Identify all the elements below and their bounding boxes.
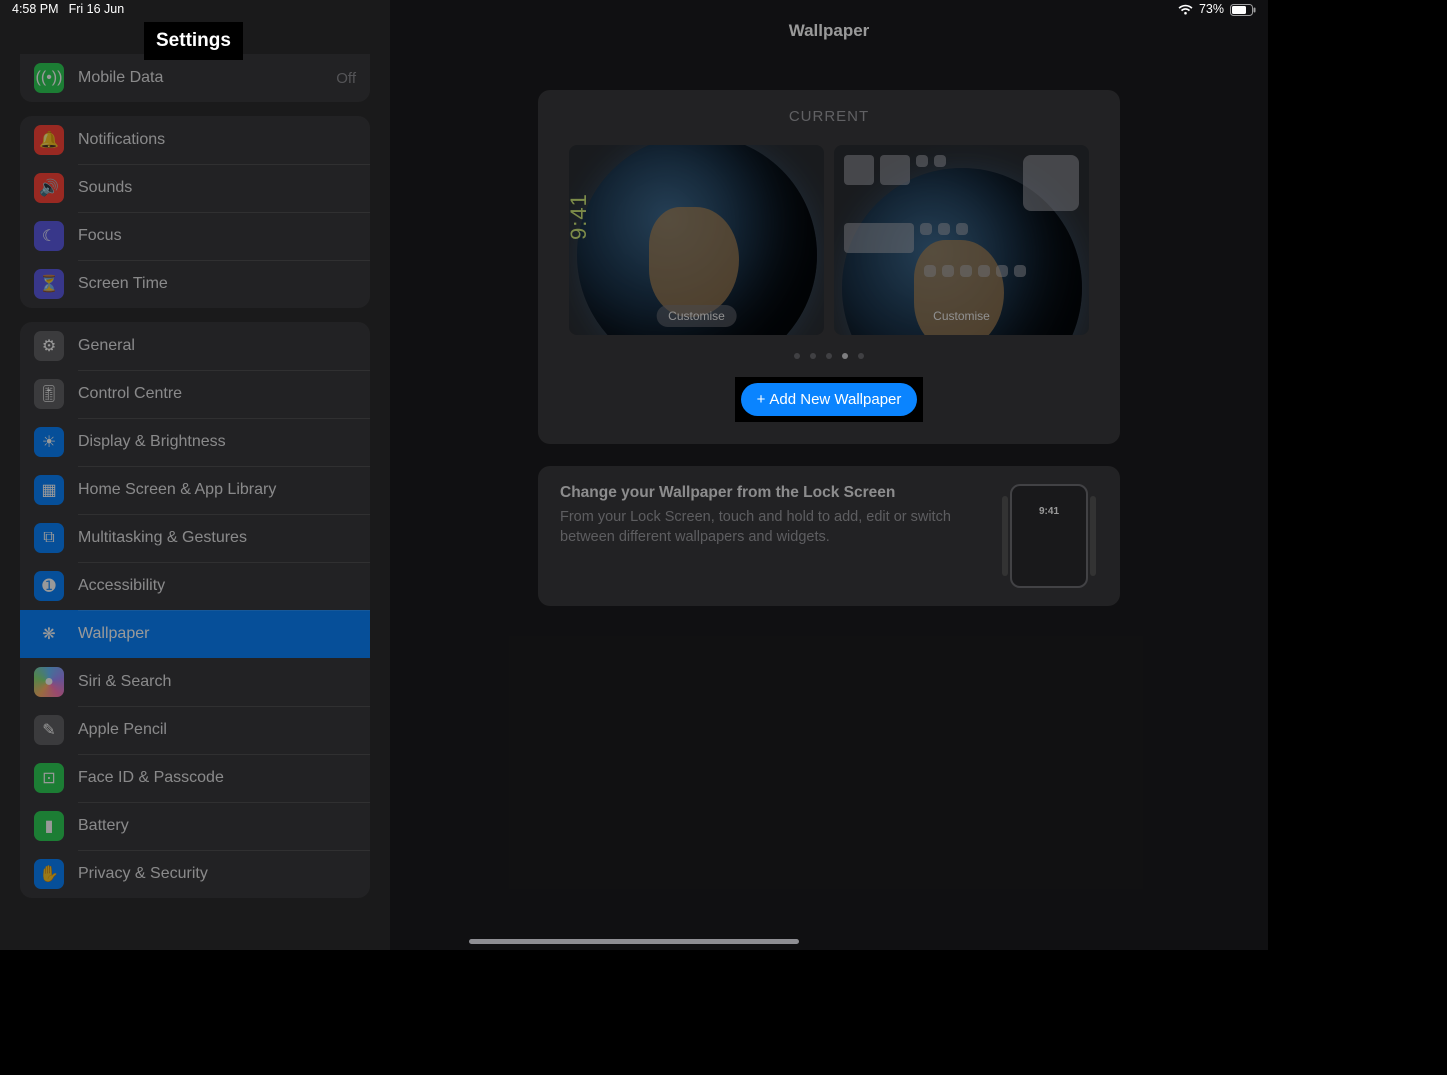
status-time: 4:58 PM <box>12 2 59 16</box>
sidebar-item-label: Siri & Search <box>78 673 171 691</box>
sidebar-item-apple-pencil[interactable]: ✎ Apple Pencil <box>20 706 370 754</box>
sidebar-item-screen-time[interactable]: ⏳ Screen Time <box>20 260 370 308</box>
sidebar-item-home-screen-app-library[interactable]: ▦ Home Screen & App Library <box>20 466 370 514</box>
timer-icon: ⏳ <box>34 269 64 299</box>
sidebar-item-label: Home Screen & App Library <box>78 481 276 499</box>
antenna-icon: ((•)) <box>34 63 64 93</box>
sun-icon: ☀ <box>34 427 64 457</box>
sidebar-item-label: Mobile Data <box>78 69 163 87</box>
page-dot[interactable] <box>794 353 800 359</box>
grid-icon: ▦ <box>34 475 64 505</box>
current-wallpaper-card: CURRENT 9:41 Customise <box>538 90 1120 444</box>
sidebar-item-general[interactable]: ⚙ General <box>20 322 370 370</box>
add-wallpaper-highlight: +Add New Wallpaper <box>735 377 924 422</box>
sidebar-item-label: Screen Time <box>78 275 168 293</box>
sidebar-item-label: Notifications <box>78 131 165 149</box>
add-new-wallpaper-button[interactable]: +Add New Wallpaper <box>741 383 918 416</box>
sidebar-item-label: Face ID & Passcode <box>78 769 224 787</box>
current-section-header: CURRENT <box>560 108 1098 125</box>
sidebar-item-battery[interactable]: ▮ Battery <box>20 802 370 850</box>
customise-lock-button[interactable]: Customise <box>656 305 737 327</box>
faceid-icon: ⊡ <box>34 763 64 793</box>
sidebar-item-mobile-data[interactable]: ((•)) Mobile Data Off <box>20 54 370 102</box>
sidebar-item-accessibility[interactable]: ➊ Accessibility <box>20 562 370 610</box>
sidebar-item-notifications[interactable]: 🔔 Notifications <box>20 116 370 164</box>
home-widgets-grid <box>844 155 1079 277</box>
siri-icon: ● <box>34 667 64 697</box>
pencil-icon: ✎ <box>34 715 64 745</box>
sidebar-item-privacy-security[interactable]: ✋ Privacy & Security <box>20 850 370 898</box>
sidebar-group-connectivity: ((•)) Mobile Data Off <box>20 54 370 102</box>
accessibility-icon: ➊ <box>34 571 64 601</box>
sidebar-item-label: General <box>78 337 135 355</box>
sidebar-item-wallpaper[interactable]: ❋ Wallpaper <box>20 610 370 658</box>
page-title: Wallpaper <box>789 21 870 41</box>
speaker-icon: 🔊 <box>34 173 64 203</box>
flower-icon: ❋ <box>34 619 64 649</box>
gear-icon: ⚙ <box>34 331 64 361</box>
sidebar-item-control-centre[interactable]: 🎚 Control Centre <box>20 370 370 418</box>
status-date: Fri 16 Jun <box>69 2 125 16</box>
page-dot[interactable] <box>826 353 832 359</box>
add-button-label: Add New Wallpaper <box>769 391 901 408</box>
moon-icon: ☾ <box>34 221 64 251</box>
info-heading: Change your Wallpaper from the Lock Scre… <box>560 484 976 502</box>
sidebar-item-label: Sounds <box>78 179 132 197</box>
lockscreen-info-card: Change your Wallpaper from the Lock Scre… <box>538 466 1120 606</box>
mini-ipad-time: 9:41 <box>1039 506 1059 517</box>
hand-icon: ✋ <box>34 859 64 889</box>
multitask-icon: ⧉ <box>34 523 64 553</box>
sidebar-group-notifications: 🔔 Notifications 🔊 Sounds ☾ Focus ⏳ Screen Time <box>20 116 370 308</box>
info-body: From your Lock Screen, touch and hold to… <box>560 508 976 547</box>
page-dot[interactable] <box>842 353 848 359</box>
sidebar-title-highlight: Settings <box>144 22 243 60</box>
plus-icon: + <box>757 391 766 408</box>
sidebar-item-face-id-passcode[interactable]: ⊡ Face ID & Passcode <box>20 754 370 802</box>
page-dot[interactable] <box>858 353 864 359</box>
sidebar-item-label: Focus <box>78 227 122 245</box>
switches-icon: 🎚 <box>34 379 64 409</box>
settings-sidebar: Settings ((•)) Mobile Data Off 🔔 Notifica… <box>0 0 390 950</box>
settings-screen: 4:58 PM Fri 16 Jun 73% Settings ((•)) Mo… <box>0 0 1268 950</box>
status-battery-pct: 73% <box>1199 2 1224 16</box>
bell-icon: 🔔 <box>34 125 64 155</box>
lock-screen-preview[interactable]: 9:41 Customise <box>569 145 824 335</box>
lock-screen-time: 9:41 <box>569 193 592 240</box>
status-bar: 4:58 PM Fri 16 Jun 73% <box>0 0 1268 18</box>
battery-status-icon <box>1230 2 1256 16</box>
sidebar-item-label: Display & Brightness <box>78 433 226 451</box>
sidebar-title: Settings <box>156 30 231 51</box>
page-dots[interactable] <box>560 353 1098 359</box>
sidebar-item-label: Battery <box>78 817 129 835</box>
sidebar-item-label: Control Centre <box>78 385 182 403</box>
sidebar-item-focus[interactable]: ☾ Focus <box>20 212 370 260</box>
mini-ipad-illustration: 9:41 <box>1000 484 1098 588</box>
sidebar-item-label: Accessibility <box>78 577 165 595</box>
sidebar-item-label: Privacy & Security <box>78 865 208 883</box>
wifi-icon <box>1178 2 1193 16</box>
page-dot[interactable] <box>810 353 816 359</box>
customise-home-button[interactable]: Customise <box>921 305 1002 327</box>
sidebar-item-multitasking-gestures[interactable]: ⧉ Multitasking & Gestures <box>20 514 370 562</box>
home-indicator[interactable] <box>469 939 799 944</box>
sidebar-item-value: Off <box>336 70 356 87</box>
sidebar-item-siri-search[interactable]: ● Siri & Search <box>20 658 370 706</box>
sidebar-item-label: Apple Pencil <box>78 721 167 739</box>
sidebar-item-display-brightness[interactable]: ☀ Display & Brightness <box>20 418 370 466</box>
detail-pane: Wallpaper CURRENT 9:41 Customise <box>390 0 1268 950</box>
sidebar-item-label: Wallpaper <box>78 625 149 643</box>
battery-icon: ▮ <box>34 811 64 841</box>
sidebar-item-label: Multitasking & Gestures <box>78 529 247 547</box>
sidebar-item-sounds[interactable]: 🔊 Sounds <box>20 164 370 212</box>
home-screen-preview[interactable]: Customise <box>834 145 1089 335</box>
sidebar-group-general: ⚙ General 🎚 Control Centre ☀ Display & Bright… <box>20 322 370 898</box>
